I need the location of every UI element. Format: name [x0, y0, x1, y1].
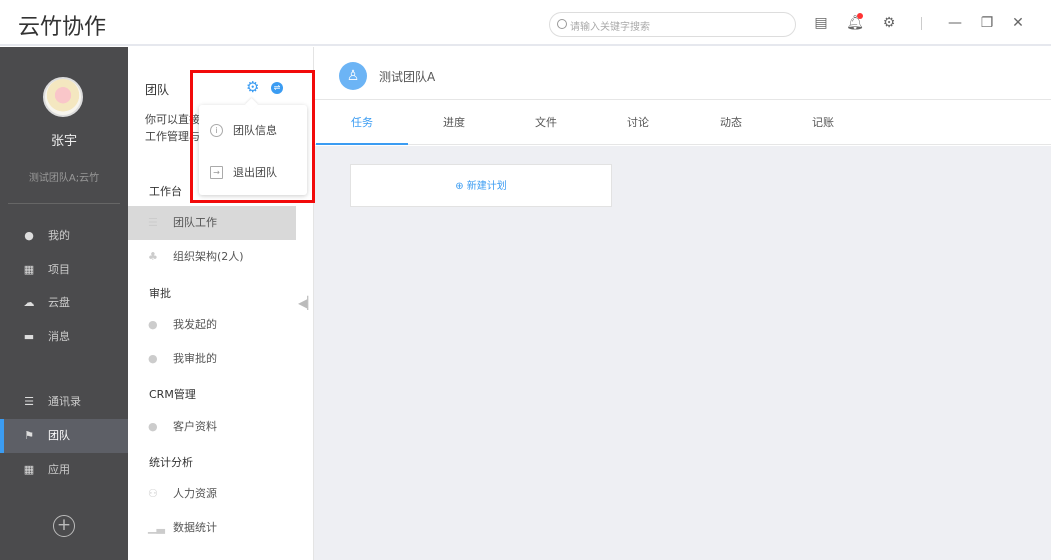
item-label: 团队工作 [173, 216, 217, 229]
nav-label: 通讯录 [48, 395, 81, 408]
user-icon: ● [24, 229, 34, 242]
nav-item-cloud[interactable]: ☁ 云盘 [0, 286, 128, 320]
plus-circle-icon: ⊕ [455, 181, 467, 192]
panel-item-stats[interactable]: ▁▃ 数据统计 [128, 511, 296, 545]
nav-label: 团队 [48, 429, 70, 442]
tab-bar: 任务 进度 文件 讨论 动态 记账 [314, 101, 1051, 145]
nav-label: 应用 [48, 463, 70, 476]
divider [921, 17, 922, 30]
tab-files[interactable]: 文件 [500, 101, 592, 145]
nav-item-apps[interactable]: ▦ 应用 [0, 453, 128, 487]
user-icon: ● [148, 352, 158, 365]
nav-item-contacts[interactable]: ☰ 通讯录 [0, 385, 128, 419]
avatar[interactable] [43, 77, 83, 117]
nav-item-mine[interactable]: ● 我的 [0, 219, 128, 253]
notification-dot [857, 13, 863, 19]
new-plan-button[interactable]: ⊕ 新建计划 [350, 164, 612, 207]
nav-label: 我的 [48, 229, 70, 242]
item-label: 我审批的 [173, 352, 217, 365]
briefcase-icon[interactable]: ▤ [812, 14, 830, 32]
search-icon [557, 19, 567, 29]
app-title: 云竹协作 [18, 15, 107, 40]
bell-icon[interactable]: 🔔︎ [846, 13, 864, 32]
panel-item-initiated[interactable]: ● 我发起的 [128, 308, 296, 342]
minimize-button[interactable]: — [946, 14, 964, 32]
settings-gear-icon[interactable]: ⚙ [880, 14, 898, 32]
table-icon: ▦ [23, 263, 35, 276]
section-title: CRM管理 [149, 388, 196, 401]
contacts-icon: ☰ [24, 395, 34, 408]
org-chart-icon: ♣ [148, 250, 158, 263]
search-input[interactable]: 请输入关键字搜索 [549, 12, 796, 37]
add-button[interactable]: + [53, 515, 75, 537]
user-name: 张宇 [50, 134, 77, 149]
close-button[interactable]: ✕ [1009, 14, 1027, 32]
nav-label: 云盘 [48, 296, 70, 309]
panel-item-approved[interactable]: ● 我审批的 [128, 342, 296, 376]
grid-icon: ▦ [23, 463, 35, 476]
section-title: 审批 [149, 287, 171, 300]
team-icon: ♙ [339, 62, 367, 90]
nav-label: 消息 [48, 330, 70, 343]
divider [8, 203, 120, 204]
restore-button[interactable]: ❐ [978, 14, 996, 32]
item-label: 我发起的 [173, 318, 217, 331]
user-icon: ● [148, 318, 158, 331]
tab-accounting[interactable]: 记账 [777, 101, 869, 145]
tab-activity[interactable]: 动态 [685, 101, 777, 145]
list-icon: ☰ [148, 216, 158, 229]
panel-item-org[interactable]: ♣ 组织架构(2人) [128, 240, 296, 274]
section-title: 统计分析 [149, 456, 193, 469]
cloud-icon: ☁ [23, 296, 35, 309]
tab-tasks[interactable]: 任务 [316, 101, 408, 145]
user-icon: ● [148, 420, 158, 433]
item-label: 客户资料 [173, 420, 217, 433]
flag-icon: ⚑ [24, 429, 34, 442]
panel-item-hr[interactable]: ⚇ 人力资源 [128, 477, 296, 511]
content-area [314, 146, 1051, 560]
people-icon: ⚇ [148, 487, 158, 500]
panel-title: 团队 [145, 83, 170, 97]
bar-chart-icon: ▁▃ [148, 521, 165, 534]
user-team: 测试团队A;云竹 [28, 173, 100, 184]
team-name: 测试团队A [379, 70, 436, 84]
tab-discussion[interactable]: 讨论 [592, 101, 684, 145]
section-title: 工作台 [149, 185, 182, 198]
item-label: 人力资源 [173, 487, 217, 500]
nav-item-messages[interactable]: ▬ 消息 [0, 320, 128, 354]
message-icon: ▬ [23, 330, 35, 343]
nav-label: 项目 [48, 263, 70, 276]
panel-item-team-work[interactable]: ☰ 团队工作 [128, 206, 296, 240]
nav-item-projects[interactable]: ▦ 项目 [0, 253, 128, 287]
item-label: 数据统计 [173, 521, 217, 534]
panel-item-customers[interactable]: ● 客户资料 [128, 410, 296, 444]
tab-progress[interactable]: 进度 [408, 101, 500, 145]
nav-item-team[interactable]: ⚑ 团队 [0, 419, 128, 453]
search-placeholder: 请输入关键字搜索 [570, 22, 650, 33]
highlight-box [190, 70, 315, 203]
item-label: 组织架构(2人) [173, 250, 244, 263]
new-plan-label: 新建计划 [466, 181, 507, 192]
